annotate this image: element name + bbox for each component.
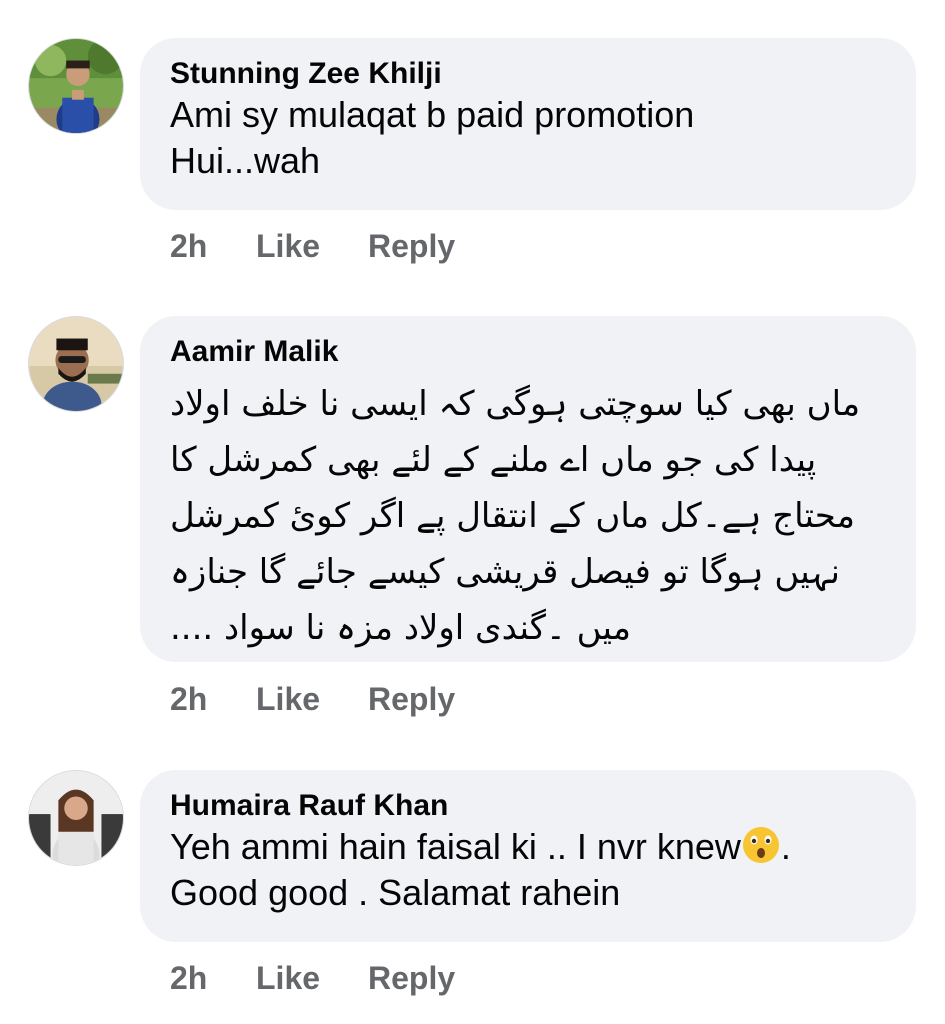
comment-timestamp[interactable]: 2h — [170, 679, 207, 719]
profile-photo — [29, 39, 123, 133]
comment-text-line: Yeh ammi hain faisal ki .. I nvr knew . — [170, 824, 886, 870]
profile-photo — [29, 771, 123, 865]
comment-text: Yeh ammi hain faisal ki .. I nvr knew — [170, 826, 741, 867]
like-button[interactable]: Like — [256, 226, 320, 266]
comment-text-line: محتاج ہے۔کل ماں کے انتقال پے اگر کوئ کمر… — [170, 496, 855, 536]
comment-bubble: Stunning Zee Khilji Ami sy mulaqat b pai… — [140, 38, 916, 210]
comment-bubble: Humaira Rauf Khan Yeh ammi hain faisal k… — [140, 770, 916, 942]
comment-author[interactable]: Humaira Rauf Khan — [170, 788, 886, 824]
like-button[interactable]: Like — [256, 958, 320, 998]
comment-text-line: Ami sy mulaqat b paid promotion — [170, 94, 695, 135]
comment-timestamp[interactable]: 2h — [170, 958, 207, 998]
avatar-stunning-zee-khilji[interactable] — [28, 38, 124, 134]
avatar-aamir-malik[interactable] — [28, 316, 124, 412]
profile-photo — [29, 317, 123, 411]
avatar-humaira-rauf-khan[interactable] — [28, 770, 124, 866]
reply-button[interactable]: Reply — [368, 958, 455, 998]
comment-text-urdu: ماں بھی کیا سوچتی ہوگی کہ ایسی نا خلف او… — [170, 370, 886, 656]
comment-bubble: Aamir Malik ماں بھی کیا سوچتی ہوگی کہ ای… — [140, 316, 916, 662]
astonished-face-emoji-icon — [741, 825, 781, 865]
comment-text-line: Hui...wah — [170, 140, 321, 181]
comment-text-line: پیدا کی جو ماں اے ملنے کے لئے بھی کمرشل … — [170, 440, 817, 480]
reply-button[interactable]: Reply — [368, 679, 455, 719]
comment-text-line: نہیں ہوگا تو فیصل قریشی کیسے جائے گا جنا… — [170, 552, 840, 592]
comment-text-line: Good good . Salamat rahein — [170, 872, 621, 913]
reply-button[interactable]: Reply — [368, 226, 455, 266]
comment-text-line: میں ۔گندی اولاد مزہ نا سواد .... — [170, 608, 632, 648]
comment-timestamp[interactable]: 2h — [170, 226, 207, 266]
comment-text: . — [780, 826, 791, 867]
comment-author[interactable]: Aamir Malik — [170, 334, 886, 370]
comment-author[interactable]: Stunning Zee Khilji — [170, 56, 886, 92]
like-button[interactable]: Like — [256, 679, 320, 719]
comment-text-line: ماں بھی کیا سوچتی ہوگی کہ ایسی نا خلف او… — [170, 384, 861, 424]
